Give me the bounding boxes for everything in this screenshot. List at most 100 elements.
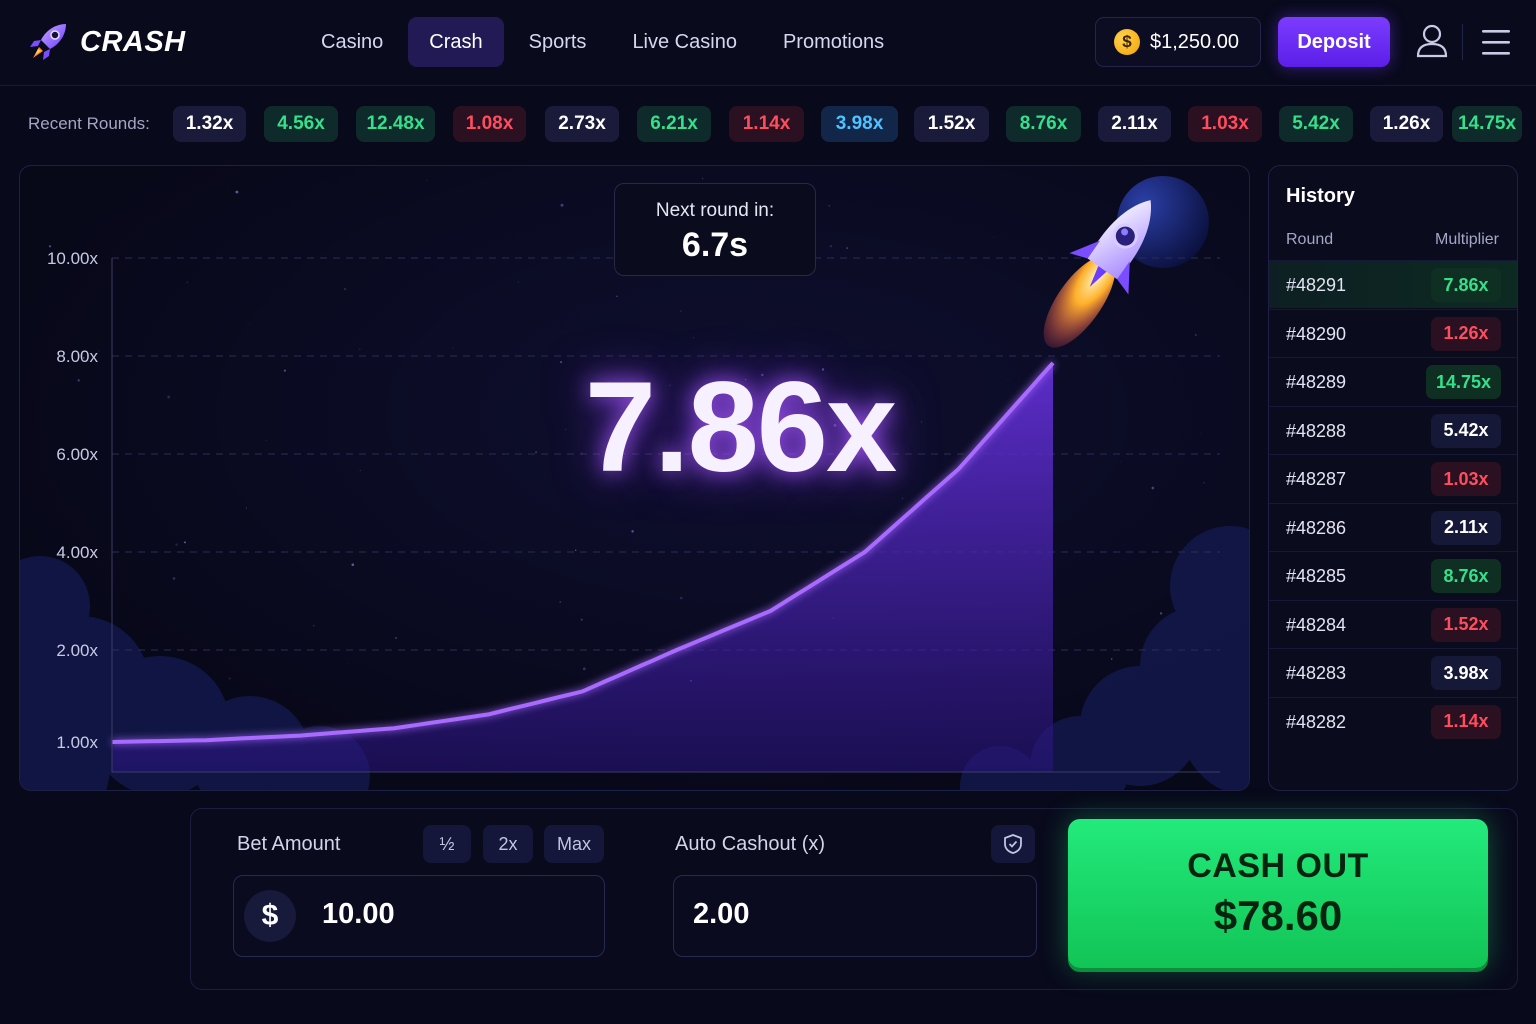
star	[245, 507, 247, 509]
recent-round-chip[interactable]: 5.42x	[1279, 106, 1353, 142]
star	[235, 190, 239, 194]
recent-round-chip[interactable]: 6.21x	[637, 106, 711, 142]
star	[1151, 486, 1155, 490]
star	[183, 541, 187, 544]
recent-round-chip[interactable]: 12.48x	[356, 106, 435, 142]
star	[283, 369, 287, 372]
menu-button[interactable]	[1478, 24, 1514, 60]
auto-cashout-value: 2.00	[693, 898, 750, 930]
nav-item-promotions[interactable]: Promotions	[762, 17, 905, 67]
game-panel: 10.00x 8.00x 6.00x 4.00x 2.00x 1.00x Next rou…	[19, 165, 1250, 791]
history-row[interactable]: #48283 3.98x	[1269, 648, 1517, 696]
cash-out-label: CASH OUT	[1187, 847, 1369, 885]
dollar-icon: $	[244, 890, 296, 942]
star	[1120, 461, 1122, 462]
recent-round-chip[interactable]: 8.76x	[1006, 106, 1081, 142]
star	[616, 295, 618, 298]
star	[452, 347, 454, 349]
recent-round-chip[interactable]: 1.52x	[914, 106, 989, 142]
recent-round-chip[interactable]: 3.98x	[821, 106, 898, 142]
star	[1194, 334, 1197, 336]
nav-item-live-casino[interactable]: Live Casino	[611, 17, 758, 67]
history-row[interactable]: #48287 1.03x	[1269, 454, 1517, 502]
y-tick-label: 4.00x	[56, 543, 98, 562]
star	[265, 439, 267, 442]
history-column-multiplier: Multiplier	[1434, 231, 1499, 248]
deposit-button[interactable]: Deposit	[1278, 17, 1390, 67]
y-tick-label: 1.00x	[56, 733, 98, 752]
history-round-id: #48285	[1286, 566, 1347, 586]
history-row[interactable]: #48288 5.42x	[1269, 405, 1517, 454]
history-round-id: #48284	[1286, 614, 1347, 635]
history-multiplier-badge: 1.03x	[1431, 462, 1501, 496]
history-row[interactable]: #48289 14.75x	[1269, 357, 1517, 405]
auto-cashout-input[interactable]: 2.00	[673, 875, 1037, 957]
history-row[interactable]: #48286 2.11x	[1269, 502, 1517, 551]
star	[560, 203, 564, 207]
header-divider	[1462, 24, 1463, 60]
history-multiplier-badge: 5.42x	[1431, 413, 1501, 448]
max-bet-button[interactable]: Max	[544, 825, 604, 863]
double-bet-button[interactable]: 2x	[483, 825, 533, 863]
star	[1007, 379, 1009, 381]
nav-item-sports[interactable]: Sports	[508, 17, 608, 67]
star	[1159, 612, 1163, 615]
recent-round-chip[interactable]: 14.75x	[1452, 106, 1522, 142]
star	[517, 281, 520, 283]
star	[679, 596, 683, 600]
bet-amount-input[interactable]: $ 10.00	[233, 875, 605, 957]
history-round-id: #48288	[1286, 420, 1347, 441]
recent-round-chip[interactable]: 1.03x	[1188, 106, 1262, 142]
top-header: CRASH Casino Crash Sports Live Casino Promot…	[0, 0, 1536, 86]
star	[186, 281, 189, 284]
star	[1203, 482, 1205, 484]
logo[interactable]: CRASH	[26, 20, 186, 64]
bet-amount-value: 10.00	[322, 898, 395, 930]
logo-text: CRASH	[80, 25, 186, 58]
history-multiplier-badge: 7.86x	[1431, 268, 1501, 302]
history-round-id: #48286	[1286, 517, 1347, 538]
main-nav: Casino Crash Sports Live Casino Promotions	[300, 17, 905, 67]
history-row[interactable]: #48285 8.76x	[1269, 551, 1517, 599]
star	[343, 287, 347, 291]
user-icon	[1416, 24, 1448, 58]
recent-round-chip[interactable]: 1.08x	[453, 106, 526, 142]
history-multiplier-badge: 1.26x	[1431, 316, 1501, 351]
recent-round-chip[interactable]: 2.11x	[1098, 106, 1171, 142]
user-profile-button[interactable]	[1413, 22, 1451, 62]
balance-display[interactable]: $ $1,250.00	[1095, 17, 1261, 67]
history-row[interactable]: #48284 1.52x	[1269, 599, 1517, 648]
star	[167, 395, 171, 399]
star	[992, 236, 994, 238]
history-panel: History Round Multiplier #48291 7.86x #482…	[1268, 165, 1518, 791]
star	[846, 247, 849, 250]
history-row[interactable]: #48290 1.26x	[1269, 308, 1517, 357]
y-tick-label: 8.00x	[56, 347, 98, 366]
star	[114, 623, 116, 625]
menu-icon	[1482, 30, 1510, 55]
star	[1110, 658, 1113, 660]
history-column-round: Round	[1286, 231, 1334, 248]
history-row[interactable]: #48291 7.86x	[1269, 260, 1517, 308]
star	[98, 350, 100, 352]
recent-round-chip[interactable]: 1.26x	[1370, 106, 1443, 142]
star	[534, 451, 538, 454]
current-multiplier: 7.86x	[584, 356, 897, 499]
coin-icon: $	[1114, 29, 1140, 55]
history-round-id: #48283	[1286, 663, 1347, 683]
recent-round-chip[interactable]: 1.32x	[173, 106, 246, 142]
next-round-box: Next round in: 6.7s	[614, 183, 816, 276]
cash-out-button[interactable]: CASH OUT $78.60	[1068, 819, 1488, 968]
history-multiplier-badge: 3.98x	[1431, 656, 1501, 690]
recent-round-chip[interactable]: 4.56x	[264, 106, 338, 142]
history-row[interactable]: #48282 1.14x	[1269, 696, 1517, 745]
star	[631, 530, 634, 533]
recent-round-chip[interactable]: 1.14x	[729, 106, 804, 142]
half-bet-button[interactable]: ½	[423, 825, 471, 863]
auto-cashout-shield-button[interactable]	[991, 825, 1035, 863]
recent-round-chip[interactable]: 2.73x	[545, 106, 619, 142]
star	[580, 618, 583, 621]
nav-item-crash[interactable]: Crash	[408, 17, 504, 67]
nav-item-casino[interactable]: Casino	[300, 17, 404, 67]
star	[574, 549, 577, 551]
